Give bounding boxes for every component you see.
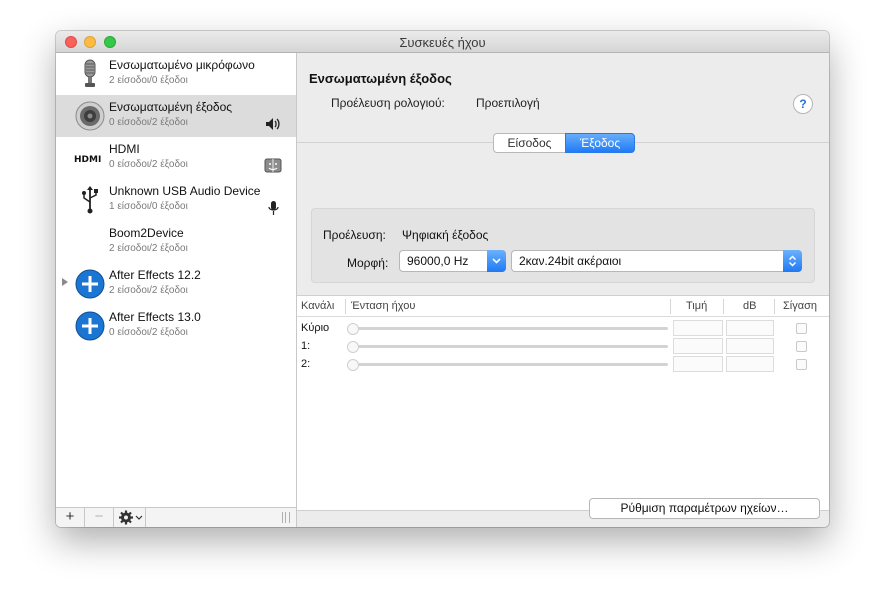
hdmi-icon: HDMI	[74, 155, 101, 165]
value-field[interactable]	[673, 338, 723, 354]
device-list: Ενσωματωμένο μικρόφωνο 2 είσοδοι/0 έξοδο…	[56, 53, 297, 527]
source-label: Προέλευση:	[323, 228, 386, 242]
device-title: Ενσωματωμένη έξοδος	[309, 71, 452, 86]
remove-device-button[interactable]: −	[85, 508, 114, 527]
mute-checkbox[interactable]	[796, 359, 807, 370]
volume-slider-track[interactable]	[350, 363, 668, 366]
volume-slider-knob[interactable]	[347, 341, 359, 353]
chevron-down-icon	[487, 250, 506, 272]
clock-source-value: Προεπιλογή	[476, 96, 540, 110]
device-item-hdmi[interactable]: HDMI HDMI 0 είσοδοι/2 έξοδοι	[56, 137, 296, 179]
audio-devices-window: Συσκευές ήχου Ενσωματωμένο μικρόφωνο 2 ε…	[56, 31, 829, 527]
device-io: 2 είσοδοι/2 έξοδοι	[109, 243, 188, 254]
device-io: 0 είσοδοι/2 έξοδοι	[109, 159, 188, 170]
device-io: 0 είσοδοι/2 έξοδοι	[109, 327, 188, 338]
sample-rate-value: 96000,0 Hz	[407, 254, 469, 268]
clock-source-label: Προέλευση ρολογιού:	[331, 96, 445, 110]
disclosure-triangle-icon[interactable]	[62, 278, 68, 286]
resize-grip-icon[interactable]	[282, 512, 290, 523]
mute-checkbox[interactable]	[796, 341, 807, 352]
aggregate-plus-icon	[75, 269, 105, 299]
channel-label: Κύριο	[301, 322, 330, 334]
tab-output[interactable]: Έξοδος	[565, 133, 635, 153]
microphone-icon	[84, 59, 96, 87]
device-io: 2 είσοδοι/2 έξοδοι	[109, 285, 188, 296]
configure-speakers-button[interactable]: Ρύθμιση παραμέτρων ηχείων…	[589, 498, 820, 519]
column-volume[interactable]: Ένταση ήχου	[351, 296, 415, 317]
svg-text:HDMI: HDMI	[74, 155, 101, 165]
device-item-boom2[interactable]: Boom2Device 2 είσοδοι/2 έξοδοι	[56, 221, 296, 263]
aggregate-plus-icon	[75, 311, 105, 341]
gear-icon	[119, 510, 143, 525]
volume-slider-knob[interactable]	[347, 323, 359, 335]
speaker-icon	[75, 101, 105, 131]
device-name: After Effects 12.2	[109, 268, 201, 282]
source-value: Ψηφιακή έξοδος	[402, 228, 489, 242]
bit-format-value: 2καν.24bit ακέραιοι	[519, 254, 622, 268]
action-menu-button[interactable]	[114, 508, 146, 527]
value-field[interactable]	[673, 320, 723, 336]
device-detail-pane: Ενσωματωμένη έξοδος Προέλευση ρολογιού: …	[297, 53, 829, 527]
db-field[interactable]	[726, 338, 774, 354]
device-io: 2 είσοδοι/0 έξοδοι	[109, 75, 188, 86]
device-name: Unknown USB Audio Device	[109, 184, 261, 198]
help-button[interactable]: ?	[793, 94, 813, 114]
column-separator	[723, 299, 724, 314]
column-separator	[345, 299, 346, 314]
volume-slider-track[interactable]	[350, 327, 668, 330]
device-item-after-effects-13-0[interactable]: After Effects 13.0 0 είσοδοι/2 έξοδοι	[56, 305, 296, 347]
device-name: Boom2Device	[109, 226, 184, 240]
device-name: HDMI	[109, 142, 140, 156]
device-io: 0 είσοδοι/2 έξοδοι	[109, 117, 188, 128]
column-channel[interactable]: Κανάλι	[301, 296, 334, 317]
channel-volume-table: Κανάλι Ένταση ήχου Τιμή dB Σίγαση Κύριο …	[297, 295, 829, 511]
sample-rate-popup[interactable]: 96000,0 Hz	[399, 250, 506, 272]
column-value[interactable]: Τιμή	[686, 296, 707, 317]
mic-badge-icon	[268, 201, 279, 215]
column-mute[interactable]: Σίγαση	[783, 296, 817, 317]
window-title: Συσκευές ήχου	[399, 35, 486, 50]
channel-label: 1:	[301, 340, 311, 352]
usb-icon	[82, 186, 98, 214]
up-down-chevron-icon	[783, 250, 802, 272]
sidebar-toolbar: + −	[56, 507, 296, 527]
finder-badge-icon	[264, 158, 282, 173]
db-field[interactable]	[726, 320, 774, 336]
db-field[interactable]	[726, 356, 774, 372]
device-item-builtin-microphone[interactable]: Ενσωματωμένο μικρόφωνο 2 είσοδοι/0 έξοδο…	[56, 53, 296, 95]
channel-label: 2:	[301, 358, 311, 370]
title-bar[interactable]: Συσκευές ήχου	[56, 31, 829, 53]
add-device-button[interactable]: +	[56, 508, 85, 527]
device-name: After Effects 13.0	[109, 310, 201, 324]
column-separator	[774, 299, 775, 314]
device-name: Ενσωματωμένη έξοδος	[109, 100, 233, 114]
volume-slider-knob[interactable]	[347, 359, 359, 371]
format-label: Μορφή:	[347, 256, 389, 270]
speaker-badge-icon	[266, 118, 280, 130]
column-db[interactable]: dB	[743, 296, 756, 317]
device-name: Ενσωματωμένο μικρόφωνο	[109, 58, 255, 72]
device-item-builtin-output[interactable]: Ενσωματωμένη έξοδος 0 είσοδοι/2 έξοδοι	[56, 95, 296, 137]
device-item-after-effects-12-2[interactable]: After Effects 12.2 2 είσοδοι/2 έξοδοι	[56, 263, 296, 305]
device-io: 1 είσοδοι/0 έξοδοι	[109, 201, 188, 212]
bit-format-popup[interactable]: 2καν.24bit ακέραιοι	[511, 250, 802, 272]
device-item-usb-audio[interactable]: Unknown USB Audio Device 1 είσοδοι/0 έξο…	[56, 179, 296, 221]
tab-input[interactable]: Είσοδος	[493, 133, 565, 153]
column-separator	[670, 299, 671, 314]
mute-checkbox[interactable]	[796, 323, 807, 334]
format-group: Προέλευση: Ψηφιακή έξοδος Μορφή: 96000,0…	[311, 208, 815, 283]
value-field[interactable]	[673, 356, 723, 372]
input-output-tabs: Είσοδος Έξοδος	[493, 133, 635, 153]
volume-slider-track[interactable]	[350, 345, 668, 348]
